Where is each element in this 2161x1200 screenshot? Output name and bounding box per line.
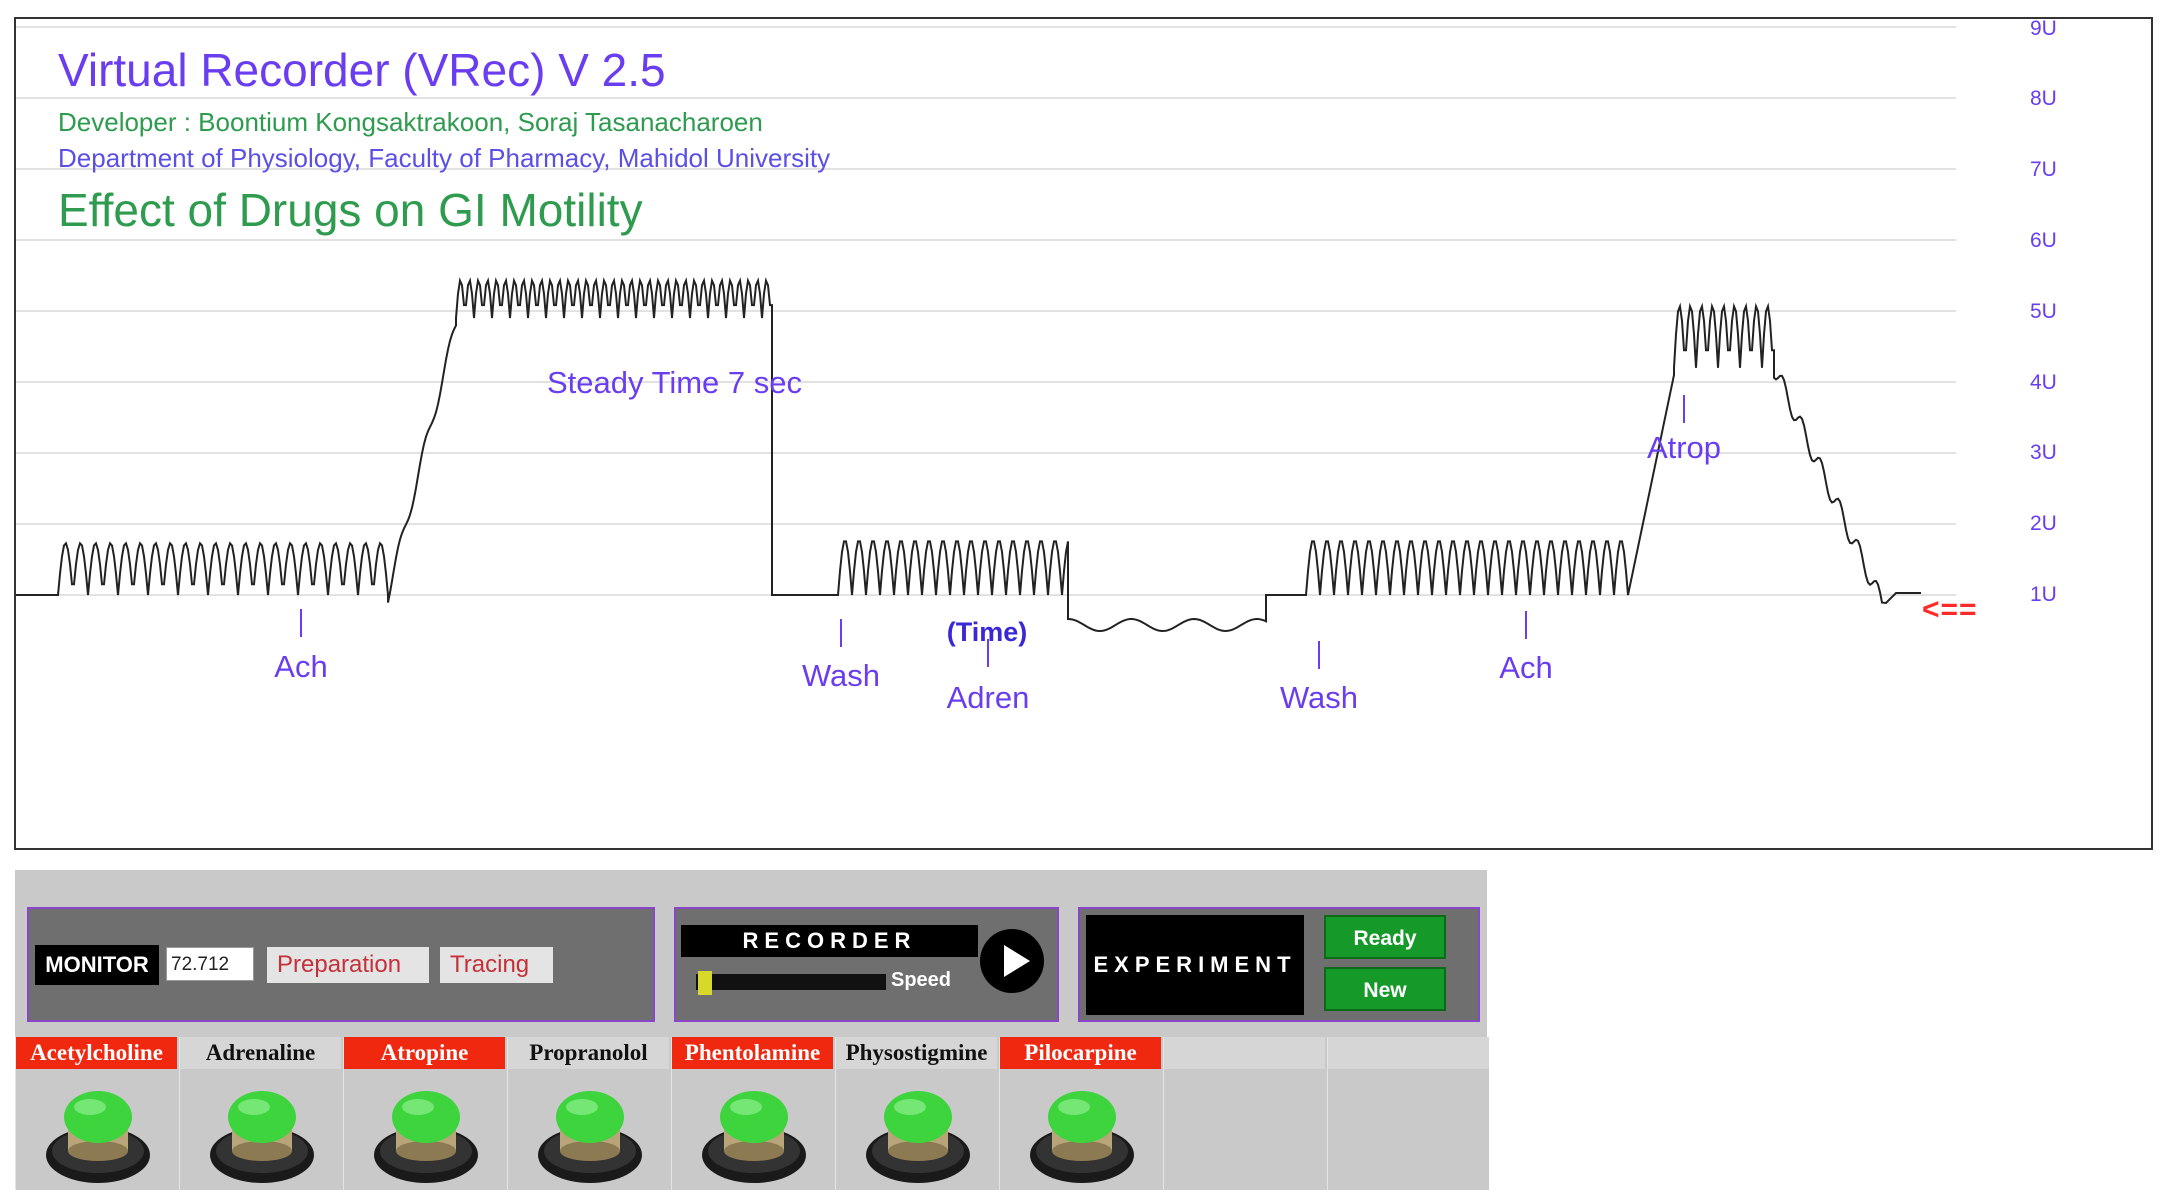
green-push-button-icon xyxy=(702,1091,806,1183)
add-atropine-button[interactable] xyxy=(372,1081,480,1185)
drug-cell-propranolol: Propranolol xyxy=(507,1037,669,1190)
play-button[interactable] xyxy=(980,929,1044,993)
y-tick-3u: 3U xyxy=(2030,441,2057,464)
y-tick-1u: 1U xyxy=(2030,583,2057,606)
time-label: (Time) xyxy=(946,617,1028,647)
drug-label-acetylcholine: Acetylcholine xyxy=(16,1037,177,1069)
mark-label-wash-2: Wash xyxy=(1279,680,1359,715)
green-push-button-icon xyxy=(210,1091,314,1183)
y-tick-2u: 2U xyxy=(2030,512,2057,535)
drug-label-atropine: Atropine xyxy=(344,1037,505,1069)
steady-time-note: Steady Time 7 sec xyxy=(547,365,803,400)
experiment-title: Effect of Drugs on GI Motility xyxy=(58,184,643,236)
drug-label-adrenaline: Adrenaline xyxy=(180,1037,341,1069)
drug-cell-adrenaline: Adrenaline xyxy=(179,1037,341,1190)
recorder-chart-panel: Virtual Recorder (VRec) V 2.5 Developer … xyxy=(14,17,2153,850)
drug-cell-physostigmine: Physostigmine xyxy=(835,1037,997,1190)
green-push-button-icon xyxy=(538,1091,642,1183)
app-title: Virtual Recorder (VRec) V 2.5 xyxy=(58,44,666,96)
y-tick-5u: 5U xyxy=(2030,300,2057,323)
play-icon xyxy=(1004,945,1030,977)
green-push-button-icon xyxy=(1030,1091,1134,1183)
speed-slider-track[interactable] xyxy=(696,974,886,990)
add-acetylcholine-button[interactable] xyxy=(44,1081,152,1185)
speed-label: Speed xyxy=(891,969,952,991)
experiment-label: EXPERIMENT xyxy=(1086,915,1304,1015)
y-tick-6u: 6U xyxy=(2030,229,2057,252)
preparation-button[interactable]: Preparation xyxy=(267,947,429,983)
ready-button[interactable]: Ready xyxy=(1324,915,1446,959)
add-physostigmine-button[interactable] xyxy=(864,1081,972,1185)
drug-label-physostigmine: Physostigmine xyxy=(836,1037,997,1069)
drug-cell-pilocarpine: Pilocarpine xyxy=(999,1037,1161,1190)
contraction-trace xyxy=(16,277,1921,633)
drug-label-propranolol: Propranolol xyxy=(508,1037,669,1069)
green-push-button-icon xyxy=(374,1091,478,1183)
y-tick-8u: 8U xyxy=(2030,87,2057,110)
green-push-button-icon xyxy=(46,1091,150,1183)
mark-label-ach-2: Ach xyxy=(1499,650,1553,685)
control-panel: MONITOR 72.712 Preparation Tracing RECOR… xyxy=(15,870,1489,1190)
drug-label-phentolamine: Phentolamine xyxy=(672,1037,833,1069)
drug-cell-empty xyxy=(1163,1037,1325,1190)
add-phentolamine-button[interactable] xyxy=(700,1081,808,1185)
speed-slider-handle[interactable] xyxy=(698,971,712,995)
developer-credit: Developer : Boontium Kongsaktrakoon, Sor… xyxy=(58,107,763,137)
y-tick-7u: 7U xyxy=(2030,158,2057,181)
y-tick-4u: 4U xyxy=(2030,371,2057,394)
department-credit: Department of Physiology, Faculty of Pha… xyxy=(58,143,831,173)
mark-label-ach-1: Ach xyxy=(274,649,328,684)
drug-label-empty xyxy=(1164,1037,1325,1069)
monitor-value-field: 72.712 xyxy=(166,947,254,981)
new-button[interactable]: New xyxy=(1324,967,1446,1011)
drug-cell-atropine: Atropine xyxy=(343,1037,505,1190)
add-propranolol-button[interactable] xyxy=(536,1081,644,1185)
drug-label-empty xyxy=(1328,1037,1489,1069)
tracing-button[interactable]: Tracing xyxy=(440,947,553,983)
y-tick-9u: 9U xyxy=(2030,17,2057,40)
green-push-button-icon xyxy=(866,1091,970,1183)
drug-cell-acetylcholine: Acetylcholine xyxy=(15,1037,177,1190)
add-pilocarpine-button[interactable] xyxy=(1028,1081,1136,1185)
mark-label-adren: Adren xyxy=(946,680,1030,715)
recorder-label: RECORDER xyxy=(681,925,978,957)
monitor-label: MONITOR xyxy=(35,945,159,985)
recorder-box: RECORDER Speed xyxy=(674,907,1059,1022)
add-adrenaline-button[interactable] xyxy=(208,1081,316,1185)
drug-cell-empty xyxy=(1327,1037,1489,1190)
pen-pointer: <== xyxy=(1922,593,1978,626)
mark-label-wash-1: Wash xyxy=(801,658,881,693)
drug-cell-phentolamine: Phentolamine xyxy=(671,1037,833,1190)
drug-label-pilocarpine: Pilocarpine xyxy=(1000,1037,1161,1069)
mark-label-atrop: Atrop xyxy=(1646,430,1722,465)
experiment-box: EXPERIMENT Ready New xyxy=(1078,907,1480,1022)
monitor-box: MONITOR 72.712 Preparation Tracing xyxy=(27,907,655,1022)
